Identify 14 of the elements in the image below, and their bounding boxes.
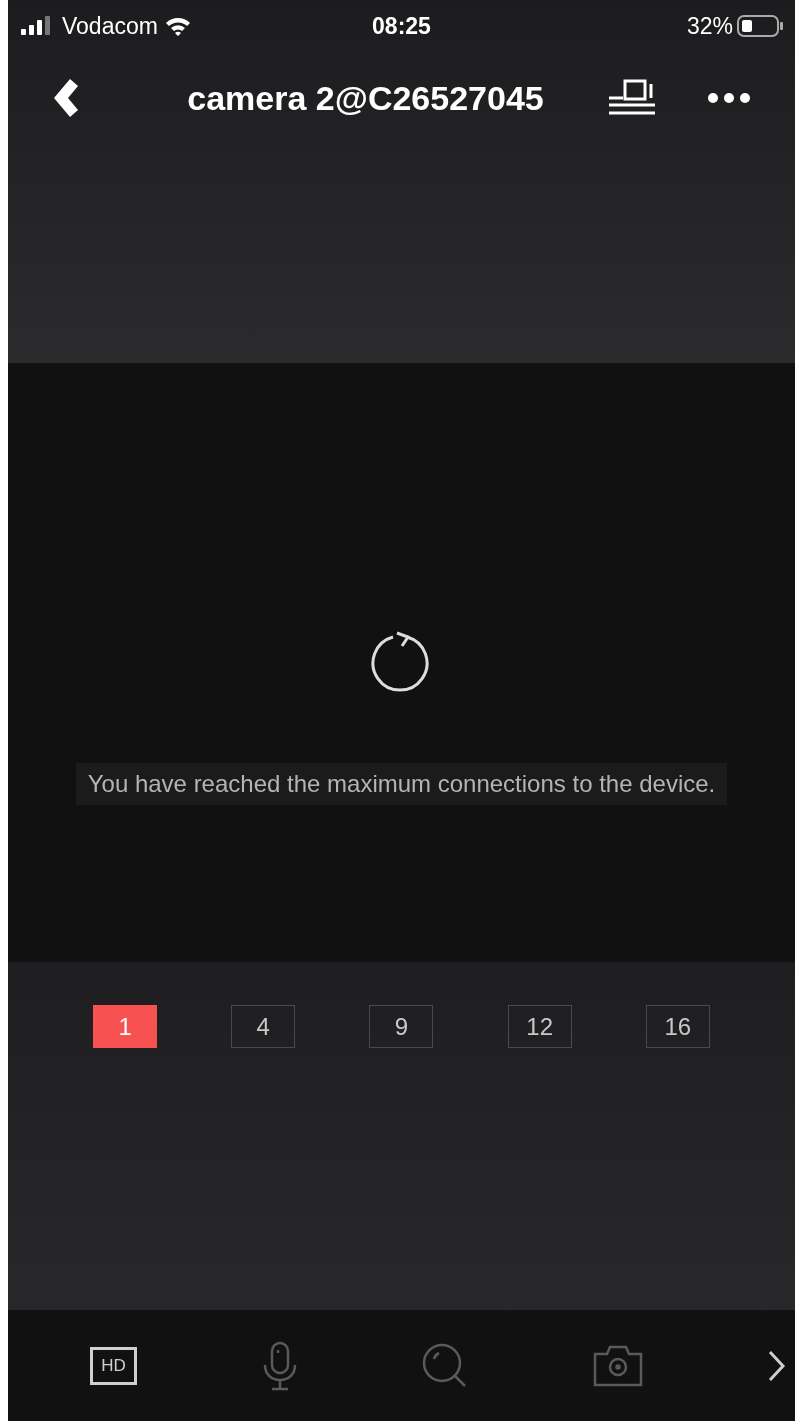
battery-icon <box>737 14 783 38</box>
carrier-name: Vodacom <box>62 11 158 41</box>
playback-list-icon[interactable] <box>607 78 657 118</box>
hd-button[interactable]: HD <box>90 1346 137 1385</box>
camera-title: camera 2@C26527045 <box>186 77 545 119</box>
layout-option[interactable]: 9 <box>369 1005 434 1048</box>
layout-option[interactable]: 12 <box>507 1005 572 1048</box>
more-icon[interactable] <box>707 92 751 104</box>
connection-error-message: You have reached the maximum connections to the device. <box>75 763 728 805</box>
chevron-right-icon[interactable] <box>767 1348 787 1383</box>
status-time: 08:25 <box>371 11 432 41</box>
battery-percentage: 32% <box>686 11 733 41</box>
layout-option[interactable]: 4 <box>231 1005 296 1048</box>
layout-option[interactable]: 16 <box>645 1005 710 1048</box>
